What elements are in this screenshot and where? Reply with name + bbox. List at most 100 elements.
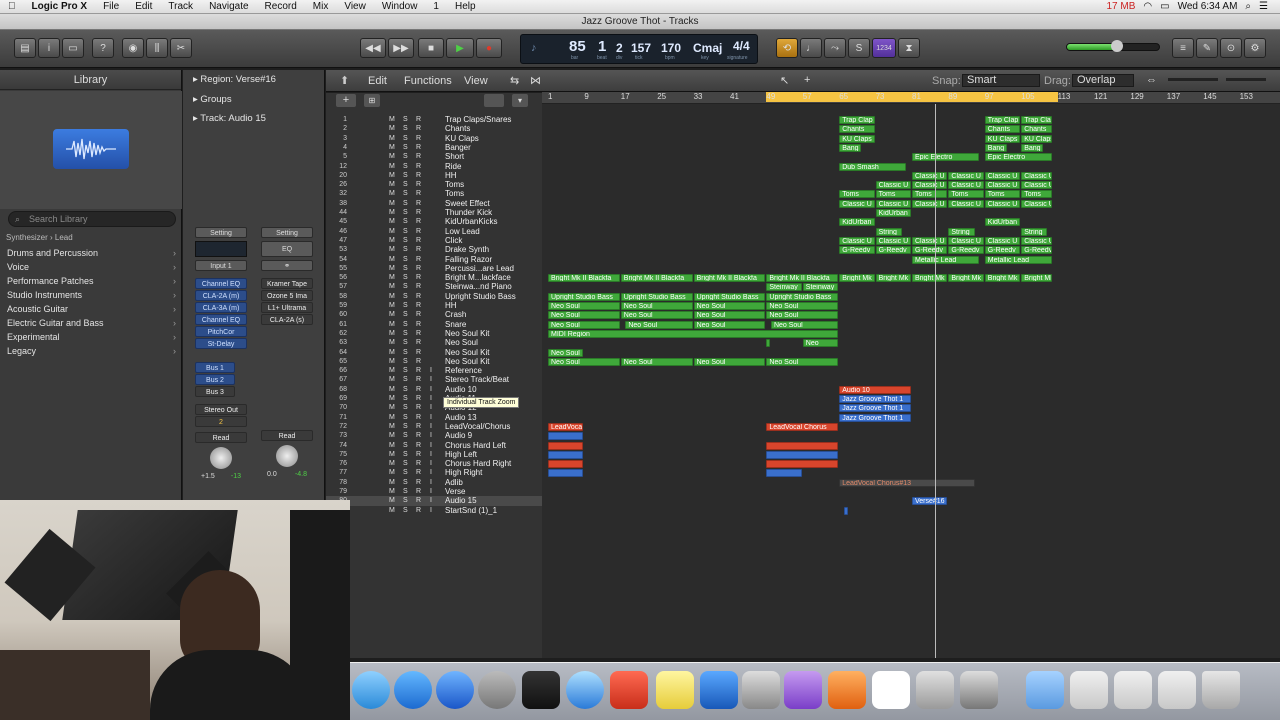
itunes-icon[interactable] [436,671,474,709]
track-name[interactable]: Chants [445,124,470,133]
solo-button[interactable]: S [403,450,408,459]
track-name[interactable]: Neo Soul Kit [445,348,489,357]
region[interactable]: Neo Soul [693,357,766,366]
stickies-icon[interactable] [656,671,694,709]
track-header-row[interactable]: 78 M S R I Adlib [326,478,542,487]
track-name[interactable]: Drake Synth [445,245,489,254]
track-header-row[interactable]: 56 M S R Bright M...lackface [326,273,542,282]
input-monitor-button[interactable]: I [430,468,432,477]
region[interactable]: Classic U [839,199,875,208]
track-header-row[interactable]: 20 M S R HH [326,171,542,180]
up-arrow-icon[interactable]: ⬆ [340,74,349,87]
mute-button[interactable]: M [389,385,395,394]
track-header-row[interactable]: 77 M S R I High Right [326,468,542,477]
strip1-group-slot[interactable]: 2 [195,416,247,427]
mute-button[interactable]: M [389,199,395,208]
strip2-eq-button[interactable]: EQ [261,241,313,257]
mute-button[interactable]: M [389,124,395,133]
preview-icon[interactable] [916,671,954,709]
track-name[interactable]: KidUrbanKicks [445,217,497,226]
quick-help-button[interactable]: ? [92,38,114,58]
forward-button[interactable]: ▶▶ [388,38,414,58]
photo-booth-icon[interactable] [960,671,998,709]
mute-button[interactable]: M [389,320,395,329]
region[interactable]: MIDI Region [548,329,839,338]
region[interactable]: Neo [802,339,839,348]
input-monitor-button[interactable]: I [430,413,432,422]
library-button[interactable]: ▤ [14,38,36,58]
track-name[interactable]: Audio 15 [445,496,477,505]
track-name[interactable]: Verse [445,487,465,496]
solo-button[interactable]: S [403,227,408,236]
wifi-icon[interactable]: ◠ [1143,1,1152,12]
system-preferences-icon[interactable] [478,671,516,709]
strip2-link-icon[interactable]: ⚭ [261,260,313,271]
region[interactable]: Neo Soul [548,357,620,366]
record-enable-button[interactable]: R [416,199,421,208]
region[interactable] [766,460,839,469]
solo-button[interactable]: S [403,143,408,152]
input-monitor-button[interactable]: I [430,394,432,403]
region[interactable]: G-Reedv [875,246,911,255]
record-enable-button[interactable]: R [416,394,421,403]
strip2-plugin-slot[interactable]: Kramer Tape [261,278,313,289]
solo-button[interactable]: S [403,236,408,245]
trash-icon[interactable] [1202,671,1240,709]
solo-button[interactable]: S [403,441,408,450]
mute-button[interactable]: M [389,394,395,403]
mute-button[interactable]: M [389,236,395,245]
inspector-button[interactable]: i [38,38,60,58]
strip1-send-slot[interactable]: Bus 3 [195,386,235,397]
region[interactable]: Classic U [1021,171,1053,180]
record-enable-button[interactable]: R [416,487,421,496]
library-category[interactable]: Electric Guitar and Bass [0,316,182,330]
region[interactable]: Upright Studio Bass [693,292,766,301]
solo-button[interactable]: S [403,301,408,310]
record-enable-button[interactable]: R [416,236,421,245]
loop-browser-button[interactable]: ⊙ [1220,38,1242,58]
quicktime-icon[interactable] [566,671,604,709]
region[interactable]: Neo Soul [548,302,620,310]
region[interactable]: Classic U [912,181,948,190]
solo-button[interactable]: S [403,357,408,366]
toolbar-button[interactable]: ▭ [62,38,84,58]
strip1-automation-mode[interactable]: Read [195,432,247,443]
menu-help[interactable]: Help [447,1,484,12]
region[interactable] [548,441,584,450]
play-button[interactable]: ▶ [446,38,474,58]
region[interactable]: Bang [839,143,861,152]
region[interactable]: Neo Soul [693,311,766,320]
track-name[interactable]: Crash [445,310,466,319]
input-monitor-button[interactable]: I [430,422,432,431]
track-header-row[interactable]: 60 M S R Crash [326,310,542,319]
track-filter-button[interactable] [484,94,504,107]
input-monitor-button[interactable]: I [430,375,432,384]
region[interactable]: LeadVocal Chorus [766,422,839,431]
compressor-icon[interactable] [742,671,780,709]
region[interactable]: Trap Clap [984,116,1021,124]
solo-button[interactable]: S [403,431,408,440]
track-header-row[interactable]: 58 M S R Upright Studio Bass [326,292,542,301]
region[interactable]: Classic U [875,236,911,245]
master-volume-slider[interactable] [1066,40,1160,52]
editors-button[interactable]: ✂ [170,38,192,58]
mute-button[interactable]: M [389,422,395,431]
mute-button[interactable]: M [389,134,395,143]
pointer-tool-icon[interactable]: ↖ [780,74,789,87]
tracks-functions-menu[interactable]: Functions [404,75,452,87]
tracks-edit-menu[interactable]: Edit [368,75,387,87]
strip1-eq-display[interactable] [195,241,247,257]
region[interactable]: KU Claps [1021,134,1053,143]
track-header-row[interactable]: 72 M S R I LeadVocal/Chorus [326,422,542,431]
solo-button[interactable]: S [403,320,408,329]
track-header-row[interactable]: 66 M S R I Reference [326,366,542,375]
region[interactable]: Classic U [984,181,1021,190]
apple-icon[interactable]:  [0,1,24,12]
region[interactable]: Classic U [1021,181,1053,190]
region[interactable]: Neo Soul [620,311,693,320]
input-monitor-button[interactable]: I [430,441,432,450]
record-enable-button[interactable]: R [416,217,421,226]
record-enable-button[interactable]: R [416,171,421,180]
app-store-icon[interactable] [394,671,432,709]
track-header-row[interactable]: 75 M S R I High Left [326,450,542,459]
